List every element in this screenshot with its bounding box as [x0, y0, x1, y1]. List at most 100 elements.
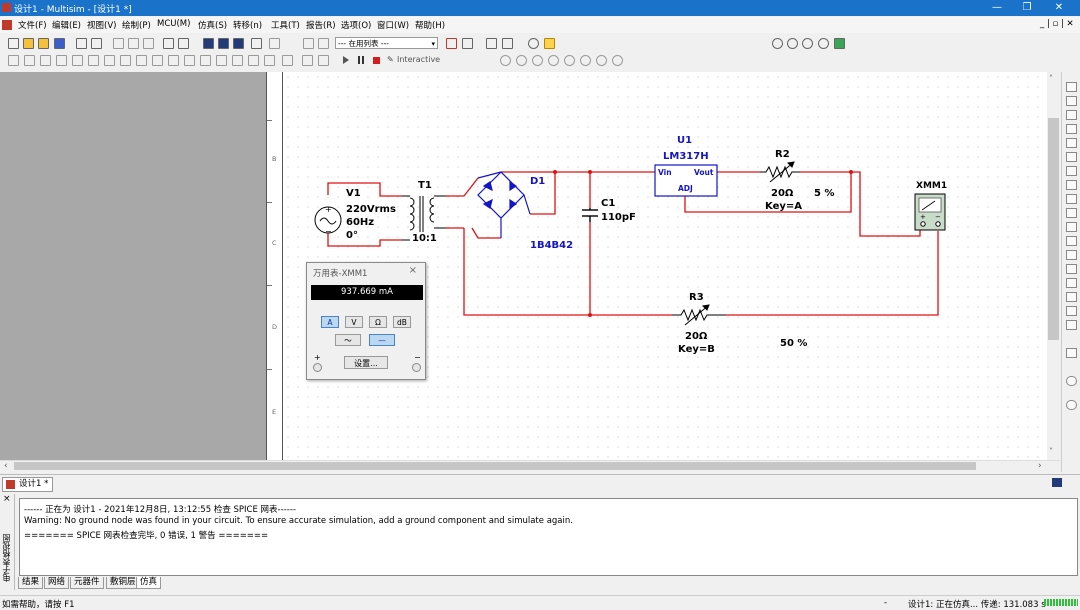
tab-nets[interactable]: 网络 [44, 577, 70, 589]
menu-transfer[interactable]: 转移(n) [233, 19, 262, 31]
four-channel-oscilloscope-icon[interactable] [1066, 138, 1077, 148]
probe-icon[interactable]: ✎ [387, 55, 394, 64]
tab-components[interactable]: 元器件 [70, 577, 104, 589]
place-connector-icon[interactable] [264, 55, 275, 66]
probe-differential-icon[interactable] [548, 55, 559, 66]
subcircuit-icon[interactable] [318, 38, 329, 49]
mode-volt-button[interactable]: V [345, 316, 363, 328]
paste-icon[interactable] [143, 38, 154, 49]
ac-mode-button[interactable]: ～ [335, 334, 361, 346]
scroll-up-icon[interactable]: ˄ [1049, 74, 1053, 83]
back-annotate-icon[interactable] [486, 38, 497, 49]
gear-icon[interactable] [612, 55, 623, 66]
place-ni-icon[interactable] [248, 55, 259, 66]
zoom-area-icon[interactable] [802, 38, 813, 49]
interactive-label[interactable]: Interactive [397, 55, 440, 64]
run-icon[interactable] [343, 56, 349, 64]
menu-edit[interactable]: 编辑(E) [52, 19, 81, 31]
oscilloscope-icon[interactable] [1066, 124, 1077, 134]
save-icon[interactable] [54, 38, 65, 49]
scroll-right-icon[interactable]: › [1038, 461, 1042, 471]
undo-icon[interactable] [163, 38, 174, 49]
distortion-analyzer-icon[interactable] [1066, 236, 1077, 246]
place-ttl-icon[interactable] [88, 55, 99, 66]
stop-icon[interactable] [373, 57, 380, 64]
zoom-sheet-icon[interactable] [818, 38, 829, 49]
menu-place[interactable]: 绘制(P) [122, 19, 151, 31]
place-cmos-icon[interactable] [104, 55, 115, 66]
pause-icon[interactable] [358, 56, 364, 64]
close-button[interactable]: ✕ [1046, 1, 1072, 15]
scroll-left-icon[interactable]: ‹ [4, 461, 8, 471]
close-icon[interactable]: × [409, 265, 417, 276]
redo-icon[interactable] [178, 38, 189, 49]
place-indicator-icon[interactable] [152, 55, 163, 66]
design-toolbox-icon[interactable] [203, 38, 214, 49]
r2-potentiometer[interactable] [760, 161, 800, 183]
menu-file[interactable]: 文件(F) [18, 19, 47, 31]
cut-icon[interactable] [113, 38, 124, 49]
frequency-counter-icon[interactable] [1066, 166, 1077, 176]
word-generator-icon[interactable] [1066, 180, 1077, 190]
in-use-list-select[interactable]: --- 在用列表 --- ▾ [335, 37, 438, 49]
mode-ampere-button[interactable]: A [321, 316, 339, 328]
menu-options[interactable]: 选项(O) [341, 19, 371, 31]
probe-settings-icon[interactable] [596, 55, 607, 66]
logic-converter-icon[interactable] [1066, 194, 1077, 204]
place-misc-digital-icon[interactable] [120, 55, 131, 66]
full-screen-icon[interactable] [834, 38, 845, 49]
place-analog-icon[interactable] [72, 55, 83, 66]
place-rf-icon[interactable] [216, 55, 227, 66]
bode-plotter-icon[interactable] [1066, 152, 1077, 162]
scroll-down-icon[interactable]: ˅ [1049, 447, 1053, 456]
mode-ohm-button[interactable]: Ω [369, 316, 387, 328]
postprocessor-icon[interactable] [269, 38, 280, 49]
probe-current-icon[interactable] [516, 55, 527, 66]
open-icon[interactable] [23, 38, 34, 49]
multimeter-icon[interactable] [1066, 82, 1077, 92]
grapher-icon[interactable] [251, 38, 262, 49]
tektronix-oscilloscope-icon[interactable] [1066, 320, 1077, 330]
place-transistor-icon[interactable] [56, 55, 67, 66]
zoom-out-icon[interactable] [787, 38, 798, 49]
probe-voltage-icon[interactable] [500, 55, 511, 66]
multimeter-xmm1-window[interactable]: 万用表-XMM1 × 937.669 mA A V Ω dB ～ — + − 设… [306, 262, 426, 380]
place-advanced-peripherals-icon[interactable] [200, 55, 211, 66]
find-icon[interactable] [528, 38, 539, 49]
probe-reference-icon[interactable] [564, 55, 575, 66]
minimize-button[interactable]: — [984, 1, 1010, 15]
help-icon[interactable] [544, 38, 555, 49]
meter-settings-button[interactable]: 设置... [344, 356, 388, 369]
place-bus-icon[interactable] [318, 55, 329, 66]
menu-tools[interactable]: 工具(T) [271, 19, 300, 31]
logic-analyzer-icon[interactable] [1066, 208, 1077, 218]
menu-reports[interactable]: 报告(R) [306, 19, 336, 31]
menu-mcu[interactable]: MCU(M) [157, 19, 190, 29]
menu-simulate[interactable]: 仿真(S) [198, 19, 227, 31]
new-icon[interactable] [8, 38, 19, 49]
c1-capacitor[interactable] [582, 208, 598, 222]
place-basic-icon[interactable] [24, 55, 35, 66]
spectrum-analyzer-icon[interactable] [1066, 250, 1077, 260]
copy-icon[interactable] [128, 38, 139, 49]
place-hierarchical-icon[interactable] [302, 55, 313, 66]
dc-mode-button[interactable]: — [369, 334, 395, 346]
menu-view[interactable]: 视图(V) [87, 19, 116, 31]
probe-power-icon[interactable] [532, 55, 543, 66]
close-icon[interactable]: × [3, 494, 11, 504]
probe-digital-icon[interactable] [580, 55, 591, 66]
iv-analyzer-icon[interactable] [1066, 222, 1077, 232]
function-generator-icon[interactable] [1066, 96, 1077, 106]
xmm1-multimeter-symbol[interactable]: + − [914, 193, 946, 231]
d1-bridge-rectifier[interactable] [477, 171, 531, 238]
tab-simulation[interactable]: 仿真 [136, 577, 162, 589]
agilent-oscilloscope-icon[interactable] [1066, 306, 1077, 316]
place-misc-icon[interactable] [184, 55, 195, 66]
open-sample-icon[interactable] [38, 38, 49, 49]
tab-design1[interactable]: 设计1 * [2, 477, 54, 492]
hierarchical-icon[interactable] [303, 38, 314, 49]
vertical-scroll-thumb[interactable] [1048, 118, 1059, 340]
current-probe-icon[interactable] [1066, 376, 1077, 386]
document-window-controls[interactable]: _ | ▫ | ✕ [1040, 19, 1074, 29]
print-preview-icon[interactable] [91, 38, 102, 49]
